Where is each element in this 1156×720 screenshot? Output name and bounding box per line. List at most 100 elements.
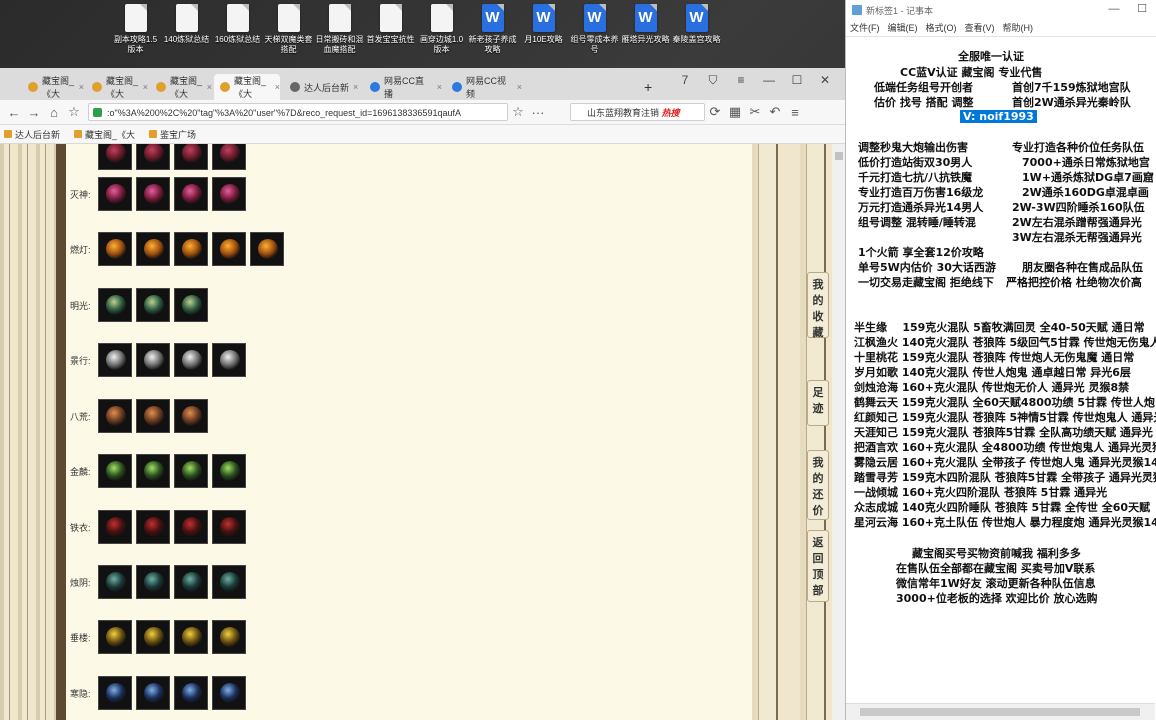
equipment-item-icon[interactable] [174,144,208,170]
equipment-item-icon[interactable] [174,676,208,710]
page-scrollbar[interactable] [833,144,845,720]
equipment-item-icon[interactable] [212,144,246,170]
desktop-icon[interactable]: 160炼狱总结 [212,4,263,68]
browser-tab[interactable]: 网易CC直播 × [364,74,442,100]
bookmark-item[interactable]: 鉴宝广场 [149,128,196,141]
equipment-item-icon[interactable] [98,144,132,170]
tab-close-icon[interactable]: × [275,82,280,92]
notepad-menu-item[interactable]: 查看(V) [965,20,995,36]
notepad-maximize-button[interactable]: ☐ [1128,0,1156,18]
browser-tab[interactable]: 藏宝阁_《大 × [86,74,148,100]
browser-tab[interactable]: 达人后台新 × [284,74,360,100]
close-button[interactable]: ✕ [811,73,839,87]
back-icon[interactable]: ← [4,105,24,120]
equipment-item-icon[interactable] [212,676,246,710]
equipment-item-icon[interactable] [174,565,208,599]
bookmark-item[interactable]: 藏宝阁_《大 [74,128,135,141]
tab-count-badge[interactable]: 7 [671,73,699,87]
browser-tab[interactable]: 藏宝阁_《大 × [22,74,84,100]
equipment-item-icon[interactable] [98,510,132,544]
tab-close-icon[interactable]: × [353,82,358,92]
bookmark-item[interactable]: 达人后台新 [4,128,60,141]
shirt-icon[interactable]: ⛉ [699,73,727,88]
side-nav-button[interactable]: 我的收藏 [807,272,829,339]
url-input[interactable]: :o"%3A%200%2C%20"tag"%3A%20"user"%7D&rec… [88,103,508,121]
equipment-item-icon[interactable] [136,288,170,322]
notepad-menu-item[interactable]: 编辑(E) [888,20,918,36]
bookmark-star-icon[interactable]: ☆ [508,104,528,120]
scrollbar-thumb[interactable] [835,152,843,160]
favorite-star-icon[interactable]: ☆ [64,104,84,120]
equipment-item-icon[interactable] [136,454,170,488]
equipment-item-icon[interactable] [136,565,170,599]
notepad-menu-item[interactable]: 文件(F) [850,20,880,36]
undo-icon[interactable]: ↶ [765,104,785,120]
equipment-item-icon[interactable] [212,510,246,544]
equipment-item-icon[interactable] [136,510,170,544]
new-tab-button[interactable]: + [638,74,658,100]
equipment-item-icon[interactable] [250,232,284,266]
apps-icon[interactable]: ▦ [725,104,745,120]
equipment-item-icon[interactable] [98,177,132,211]
equipment-item-icon[interactable] [174,343,208,377]
tab-close-icon[interactable]: × [207,82,212,92]
notepad-menu-item[interactable]: 帮助(H) [1003,20,1034,36]
equipment-item-icon[interactable] [98,343,132,377]
tab-close-icon[interactable]: × [79,82,84,92]
browser-tab[interactable]: 藏宝阁_《大 × [150,74,212,100]
equipment-item-icon[interactable] [136,144,170,170]
refresh-icon[interactable]: ⟳ [705,104,725,120]
tab-close-icon[interactable]: × [517,82,522,92]
list-icon[interactable]: ≡ [727,73,755,87]
side-nav-button[interactable]: 足迹 [807,380,829,426]
desktop-icon[interactable]: W 组号零成本养号 [569,4,620,68]
tab-close-icon[interactable]: × [143,82,148,92]
equipment-item-icon[interactable] [98,620,132,654]
notepad-minimize-button[interactable]: — [1100,0,1128,18]
notepad-menu-item[interactable]: 格式(O) [926,20,957,36]
equipment-item-icon[interactable] [212,232,246,266]
equipment-item-icon[interactable] [136,343,170,377]
equipment-item-icon[interactable] [174,232,208,266]
desktop-icon[interactable]: 副本攻略1.5版本 [110,4,161,68]
browser-tab[interactable]: 藏宝阁_《大 × [214,74,280,100]
equipment-item-icon[interactable] [98,232,132,266]
equipment-item-icon[interactable] [136,399,170,433]
equipment-item-icon[interactable] [212,565,246,599]
equipment-item-icon[interactable] [174,177,208,211]
desktop-icon[interactable]: 140炼狱总结 [161,4,212,68]
desktop-icon[interactable]: W 秦陵盖宫攻略 [671,4,722,68]
equipment-item-icon[interactable] [174,510,208,544]
equipment-item-icon[interactable] [174,620,208,654]
minimize-button[interactable]: — [755,73,783,87]
desktop-icon[interactable]: 天梯双魔类套搭配 [263,4,314,68]
maximize-button[interactable]: ☐ [783,73,811,87]
home-icon[interactable]: ⌂ [44,105,64,120]
equipment-item-icon[interactable] [98,288,132,322]
equipment-item-icon[interactable] [98,676,132,710]
forward-icon[interactable]: → [24,105,44,120]
side-nav-button[interactable]: 返回顶部 [807,530,829,602]
notepad-horizontal-scrollbar[interactable] [846,703,1155,720]
equipment-item-icon[interactable] [174,399,208,433]
browser-tab[interactable]: 网易CC视频 × [446,74,522,100]
equipment-item-icon[interactable] [212,177,246,211]
equipment-item-icon[interactable] [98,565,132,599]
cut-icon[interactable]: ✂ [745,104,765,120]
equipment-item-icon[interactable] [136,620,170,654]
desktop-icon[interactable]: W 月10E攻略 [518,4,569,68]
equipment-item-icon[interactable] [212,454,246,488]
equipment-item-icon[interactable] [136,177,170,211]
scrollbar-thumb[interactable] [860,708,1140,716]
equipment-item-icon[interactable] [136,232,170,266]
equipment-item-icon[interactable] [174,288,208,322]
notepad-text-area[interactable]: 全服唯一认证 CC蓝V认证 藏宝阁 专业代售 低端任务组号开创者 首创7千159炼狱地… [846,36,1156,704]
equipment-item-icon[interactable] [174,454,208,488]
desktop-icon[interactable]: W 雁塔异光攻略 [620,4,671,68]
more-icon[interactable]: ··· [528,105,548,120]
desktop-icon[interactable]: W 新老孩子养成攻略 [467,4,518,68]
desktop-icon[interactable]: 日常搬砖和混血魔搭配 [314,4,365,68]
desktop-icon[interactable]: 画穿边城1.0版本 [416,4,467,68]
search-input[interactable]: 山东蓝翔教育注销 热搜 [570,103,705,121]
equipment-item-icon[interactable] [98,454,132,488]
